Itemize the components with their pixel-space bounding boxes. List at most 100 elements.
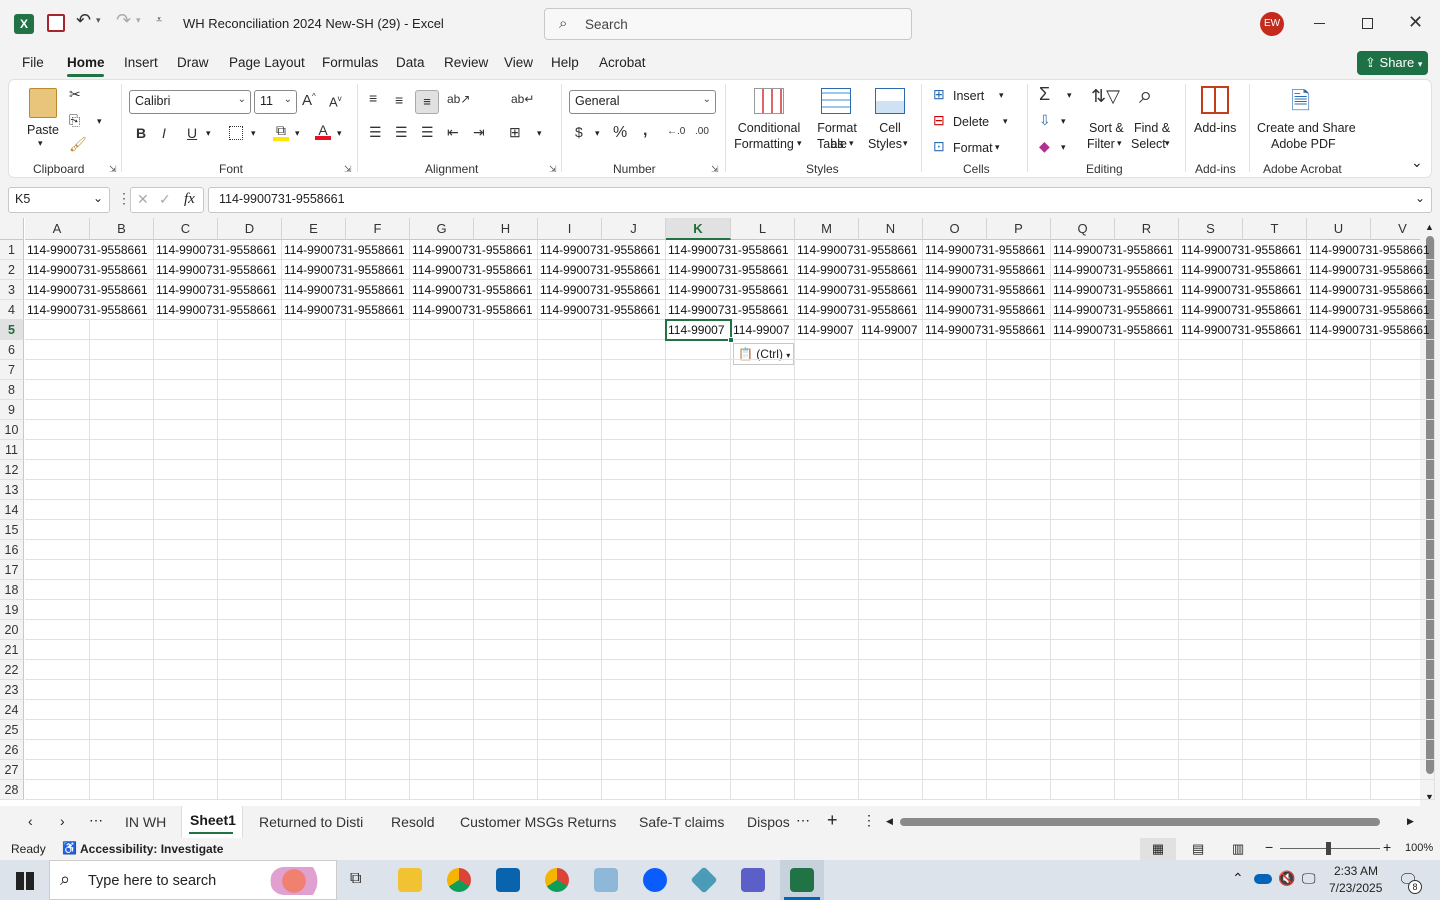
find-select-label-2[interactable]: Select [1131,136,1166,152]
cell-e1[interactable]: 114-9900731-9558661 [282,240,405,260]
cell-r28[interactable] [1115,780,1179,800]
cell-n16[interactable] [859,540,923,560]
column-header-l[interactable]: L [731,218,795,240]
cell-d5[interactable] [218,320,282,340]
row-header-19[interactable]: 19 [0,600,24,620]
cell-h17[interactable] [474,560,538,580]
tab-insert[interactable]: Insert [124,55,158,70]
cell-r20[interactable] [1115,620,1179,640]
cell-f28[interactable] [346,780,410,800]
cell-q23[interactable] [1051,680,1115,700]
cell-k23[interactable] [666,680,731,700]
fill-color-dropdown-icon[interactable]: ▾ [295,128,300,139]
cell-d8[interactable] [218,380,282,400]
cell-e10[interactable] [282,420,346,440]
cell-f19[interactable] [346,600,410,620]
cell-m2[interactable]: 114-9900731-9558661 [795,260,918,280]
cell-k7[interactable] [666,360,731,380]
cell-q17[interactable] [1051,560,1115,580]
cell-s11[interactable] [1179,440,1243,460]
row-header-27[interactable]: 27 [0,760,24,780]
taskbar-search[interactable]: ⌕ Type here to search [49,860,337,900]
cell-f12[interactable] [346,460,410,480]
column-header-o[interactable]: O [923,218,987,240]
cell-o11[interactable] [923,440,987,460]
cell-e28[interactable] [282,780,346,800]
cell-b24[interactable] [90,700,154,720]
cell-j5[interactable] [602,320,666,340]
cell-o21[interactable] [923,640,987,660]
cell-h13[interactable] [474,480,538,500]
cell-s12[interactable] [1179,460,1243,480]
cell-e14[interactable] [282,500,346,520]
cell-e9[interactable] [282,400,346,420]
cell-v21[interactable] [1371,640,1435,660]
cell-m6[interactable] [795,340,859,360]
cell-c9[interactable] [154,400,218,420]
cut-icon[interactable]: ✂ [69,86,81,103]
cell-p6[interactable] [987,340,1051,360]
row-header-28[interactable]: 28 [0,780,24,800]
cell-b14[interactable] [90,500,154,520]
cell-g19[interactable] [410,600,474,620]
cell-g24[interactable] [410,700,474,720]
cell-a6[interactable] [25,340,90,360]
cell-p25[interactable] [987,720,1051,740]
cell-o26[interactable] [923,740,987,760]
cell-u18[interactable] [1307,580,1371,600]
cell-b18[interactable] [90,580,154,600]
sheet-tab-returned-to-disti[interactable]: Returned to Disti [259,814,363,830]
cell-o19[interactable] [923,600,987,620]
cell-v23[interactable] [1371,680,1435,700]
cell-l26[interactable] [731,740,795,760]
font-size-select[interactable]: 11 ⌄ [254,90,297,114]
cell-c15[interactable] [154,520,218,540]
row-header-2[interactable]: 2 [0,260,24,280]
scroll-left-icon[interactable]: ◀ [886,816,893,827]
cell-k9[interactable] [666,400,731,420]
cell-u8[interactable] [1307,380,1371,400]
column-header-i[interactable]: I [538,218,602,240]
cell-v16[interactable] [1371,540,1435,560]
cell-p21[interactable] [987,640,1051,660]
row-header-10[interactable]: 10 [0,420,24,440]
cell-k19[interactable] [666,600,731,620]
cell-q1[interactable]: 114-9900731-9558661 [1051,240,1174,260]
cell-l15[interactable] [731,520,795,540]
tab-view[interactable]: View [504,55,533,70]
tab-split-icon[interactable]: ⋮ [862,812,876,829]
cell-j18[interactable] [602,580,666,600]
cell-f21[interactable] [346,640,410,660]
cell-e22[interactable] [282,660,346,680]
cell-styles-dropdown-icon[interactable]: ▾ [903,138,908,149]
cell-o14[interactable] [923,500,987,520]
cell-g26[interactable] [410,740,474,760]
cell-j23[interactable] [602,680,666,700]
cell-v11[interactable] [1371,440,1435,460]
cell-a18[interactable] [25,580,90,600]
cell-v20[interactable] [1371,620,1435,640]
cell-a15[interactable] [25,520,90,540]
cell-r8[interactable] [1115,380,1179,400]
cell-b25[interactable] [90,720,154,740]
sheet-tab-safe-t-claims[interactable]: Safe-T claims [639,814,724,830]
cell-a3[interactable]: 114-9900731-9558661 [25,280,148,300]
cell-u25[interactable] [1307,720,1371,740]
column-header-g[interactable]: G [410,218,474,240]
align-right-icon[interactable]: ☰ [421,124,434,141]
cell-u28[interactable] [1307,780,1371,800]
tab-formulas[interactable]: Formulas [322,55,378,70]
cell-u7[interactable] [1307,360,1371,380]
undo-icon[interactable]: ↶ [76,10,91,31]
ribbon-collapse-icon[interactable]: ⌄ [1411,154,1423,171]
cell-c28[interactable] [154,780,218,800]
cell-i13[interactable] [538,480,602,500]
cell-c11[interactable] [154,440,218,460]
cell-u16[interactable] [1307,540,1371,560]
column-header-h[interactable]: H [474,218,538,240]
cell-s16[interactable] [1179,540,1243,560]
cell-o10[interactable] [923,420,987,440]
cell-q25[interactable] [1051,720,1115,740]
table-dropdown-icon[interactable]: ▾ [849,138,854,149]
cell-s10[interactable] [1179,420,1243,440]
